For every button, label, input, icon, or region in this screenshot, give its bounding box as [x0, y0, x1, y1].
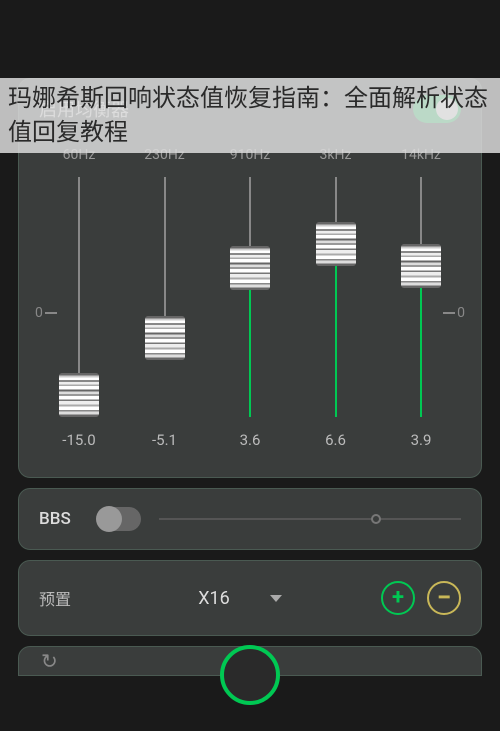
- eq-band-1: 230Hz -5.1: [133, 147, 197, 449]
- toggle-knob: [96, 506, 122, 532]
- preset-remove-button[interactable]: −: [427, 581, 461, 615]
- minus-icon: −: [437, 585, 451, 611]
- preset-select[interactable]: X16: [111, 588, 369, 609]
- slider-thumb[interactable]: [401, 244, 441, 288]
- band-slider[interactable]: [164, 177, 166, 417]
- band-value: -5.1: [152, 431, 177, 449]
- band-slider[interactable]: [420, 177, 422, 417]
- center-dial[interactable]: [220, 645, 280, 705]
- band-value: 6.6: [325, 431, 346, 449]
- eq-band-3: 3kHz 6.6: [304, 147, 368, 449]
- bottom-card: ↻: [18, 646, 482, 676]
- bbs-slider-marker: [371, 514, 381, 524]
- eq-band-0: 60Hz -15.0: [47, 147, 111, 449]
- band-value: 3.9: [411, 431, 432, 449]
- band-value: 3.6: [240, 431, 261, 449]
- bbs-label: BBS: [39, 509, 79, 529]
- preset-add-button[interactable]: +: [381, 581, 415, 615]
- slider-thumb[interactable]: [145, 316, 185, 360]
- page-title-overlay: 玛娜希斯回响状态值恢复指南：全面解析状态值回复教程: [0, 78, 500, 153]
- slider-thumb[interactable]: [230, 246, 270, 290]
- eq-band-2: 910Hz 3.6: [218, 147, 282, 449]
- midline-left-label: 0: [35, 305, 43, 321]
- preset-selected-value: X16: [198, 588, 230, 609]
- midline-right-label: 0: [457, 305, 465, 321]
- slider-thumb[interactable]: [316, 222, 356, 266]
- slider-thumb[interactable]: [59, 373, 99, 417]
- preset-label: 预置: [39, 586, 99, 610]
- band-value: -15.0: [62, 431, 95, 449]
- equalizer-bands: 0 0 60Hz -15.0 230Hz -5.1: [39, 147, 461, 449]
- band-slider[interactable]: [78, 177, 80, 417]
- plus-icon: +: [392, 587, 404, 609]
- band-slider[interactable]: [335, 177, 337, 417]
- bbs-slider[interactable]: [159, 518, 461, 520]
- eq-band-4: 14kHz 3.9: [389, 147, 453, 449]
- preset-card: 预置 X16 + −: [18, 560, 482, 636]
- chevron-down-icon: [270, 595, 282, 602]
- bbs-card: BBS: [18, 488, 482, 550]
- band-slider[interactable]: [249, 177, 251, 417]
- bbs-toggle[interactable]: [97, 507, 141, 531]
